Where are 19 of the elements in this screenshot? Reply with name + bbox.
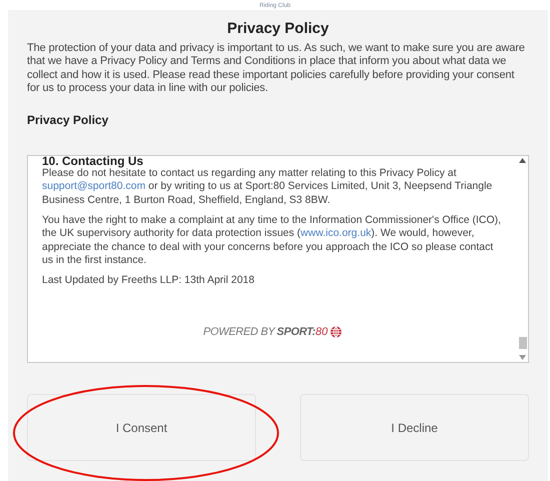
globe-icon — [330, 326, 342, 338]
brand-name: SPORT: — [276, 324, 316, 340]
section-heading: Privacy Policy — [27, 112, 110, 130]
dialog-title: Privacy Policy — [226, 20, 330, 38]
scrollbar[interactable] — [517, 156, 528, 362]
policy-heading: 10. Contacting Us — [42, 155, 144, 168]
brand-number: 80 — [316, 324, 328, 340]
consent-button[interactable]: I Consent — [27, 394, 256, 462]
policy-paragraph: Please do not hesitate to contact us regarding any matter relating to this Privacy Policy at support@sport80.com or by writing to us at Sport:80 Services Limited, Unit 3, Neepsend Triangle Business Centre, 1 Burton Road, Sheffield, England, S3 8BW. — [42, 167, 494, 208]
decline-button[interactable]: I Decline — [300, 394, 529, 462]
policy-paragraph: You have the right to make a complaint at any time to the Information Commissioner's Office (ICO), the UK supervisory authority for data protection issues (www.ico.org.uk). We would, however, appreciate the chance to deal with your concerns before you approach the ICO so please contact us in the first instance. — [42, 214, 502, 268]
scroll-up-icon[interactable] — [519, 158, 526, 164]
powered-by-label: POWERED BY — [203, 324, 275, 340]
scroll-down-icon[interactable] — [519, 355, 526, 360]
link[interactable]: support@sport80.com — [42, 180, 146, 192]
link[interactable]: www.ico.org.uk — [300, 227, 372, 240]
scroll-thumb[interactable] — [518, 337, 526, 350]
intro-paragraph: The protection of your data and privacy is important to us. As such, we want to make sure you are aware that we have a Privacy Policy and Terms and Conditions in place that inform you about what data we collect and how it is used. Please read these important policies carefully before providing your consent for us to process your data in line with our policies. — [27, 42, 526, 96]
policy-paragraph: Last Updated by Freeths LLP: 13th April 2018 — [42, 274, 256, 288]
